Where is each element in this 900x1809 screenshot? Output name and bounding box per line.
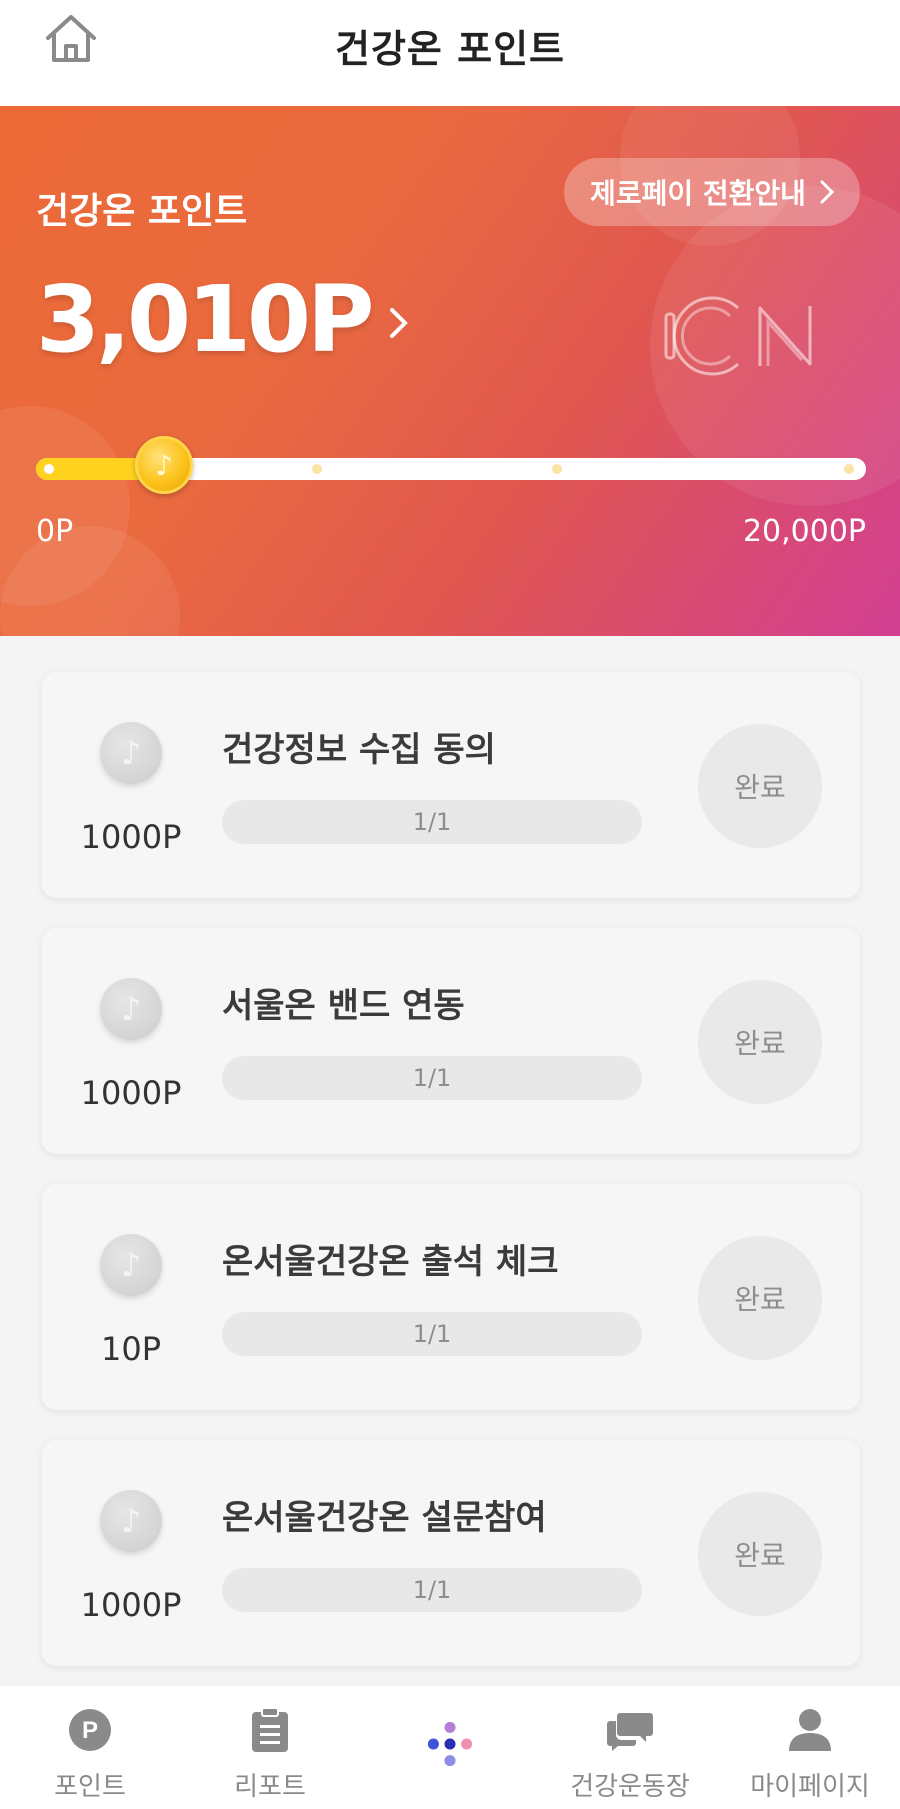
mission-complete-button[interactable]: 완료 bbox=[698, 1492, 822, 1616]
mission-complete-button[interactable]: 완료 bbox=[698, 1236, 822, 1360]
progress-tick bbox=[312, 464, 322, 474]
zeropay-guide-label: 제로페이 전환안내 bbox=[590, 177, 806, 210]
nav-item-exercise[interactable]: 건강운동장 bbox=[540, 1686, 720, 1809]
mission-progress: 1/1 bbox=[222, 800, 642, 844]
nav-label: 리포트 bbox=[234, 1772, 306, 1802]
chevron-right-icon bbox=[390, 307, 409, 338]
zeropay-guide-button[interactable]: 제로페이 전환안내 bbox=[564, 158, 860, 226]
mission-progress: 1/1 bbox=[222, 1568, 642, 1612]
bottom-nav: P 포인트 리포트 건강운동장 마이페이지 bbox=[0, 1686, 900, 1809]
nav-label: 건강운동장 bbox=[570, 1772, 690, 1802]
nav-item-mypage[interactable]: 마이페이지 bbox=[720, 1686, 900, 1809]
header: 건강온 포인트 bbox=[0, 0, 900, 106]
hero-label: 건강온 포인트 bbox=[36, 191, 248, 232]
mission-card[interactable]: ♪ 1000P 온서울건강온 설문참여 1/1 완료 bbox=[42, 1440, 860, 1666]
progress-tick bbox=[552, 464, 562, 474]
mission-progress: 1/1 bbox=[222, 1056, 642, 1100]
person-icon bbox=[786, 1706, 834, 1754]
mission-card[interactable]: ♪ 1000P 서울온 밴드 연동 1/1 완료 bbox=[42, 928, 860, 1154]
nav-label: 포인트 bbox=[54, 1772, 126, 1802]
points-p-icon: P bbox=[66, 1706, 114, 1754]
points-total: 3,010P bbox=[36, 266, 374, 373]
nav-label: 마이페이지 bbox=[750, 1772, 870, 1802]
mission-points: 10P bbox=[100, 1330, 161, 1368]
mission-card[interactable]: ♪ 1000P 건강정보 수집 동의 1/1 완료 bbox=[42, 672, 860, 898]
progress-tick bbox=[844, 464, 854, 474]
mission-title: 온서울건강온 설문참여 bbox=[222, 1498, 547, 1538]
mission-points: 1000P bbox=[80, 818, 182, 856]
coin-icon: ♪ bbox=[135, 436, 193, 494]
coin-icon: ♪ bbox=[100, 978, 162, 1040]
points-hero: 건강온 포인트 제로페이 전환안내 3,010P ♪ 0P 20,000P bbox=[0, 106, 900, 636]
mission-progress: 1/1 bbox=[222, 1312, 642, 1356]
mission-points: 1000P bbox=[80, 1586, 182, 1624]
clipboard-icon bbox=[246, 1706, 294, 1754]
mission-title: 건강정보 수집 동의 bbox=[222, 730, 496, 770]
chat-bubbles-icon bbox=[606, 1706, 654, 1754]
coin-icon: ♪ bbox=[100, 1234, 162, 1296]
progress-min-label: 0P bbox=[36, 514, 74, 549]
progress-max-label: 20,000P bbox=[742, 514, 866, 549]
nav-item-home[interactable] bbox=[360, 1686, 540, 1809]
mission-card[interactable]: ♪ 10P 온서울건강온 출석 체크 1/1 완료 bbox=[42, 1184, 860, 1410]
mission-points: 1000P bbox=[80, 1074, 182, 1112]
coin-icon: ♪ bbox=[100, 1490, 162, 1552]
progress-start-dot bbox=[44, 464, 54, 474]
dots-home-icon bbox=[426, 1720, 474, 1768]
chevron-right-icon bbox=[820, 180, 834, 204]
points-total-link[interactable]: 3,010P bbox=[36, 266, 410, 373]
mission-title: 온서울건강온 출석 체크 bbox=[222, 1242, 559, 1282]
svg-text:P: P bbox=[82, 1717, 98, 1744]
coin-icon: ♪ bbox=[100, 722, 162, 784]
nav-item-report[interactable]: 리포트 bbox=[180, 1686, 360, 1809]
mission-complete-button[interactable]: 완료 bbox=[698, 724, 822, 848]
nav-item-points[interactable]: P 포인트 bbox=[0, 1686, 180, 1809]
mission-complete-button[interactable]: 완료 bbox=[698, 980, 822, 1104]
page-title: 건강온 포인트 bbox=[335, 27, 565, 71]
mission-title: 서울온 밴드 연동 bbox=[222, 986, 465, 1026]
on-logo bbox=[664, 296, 812, 376]
